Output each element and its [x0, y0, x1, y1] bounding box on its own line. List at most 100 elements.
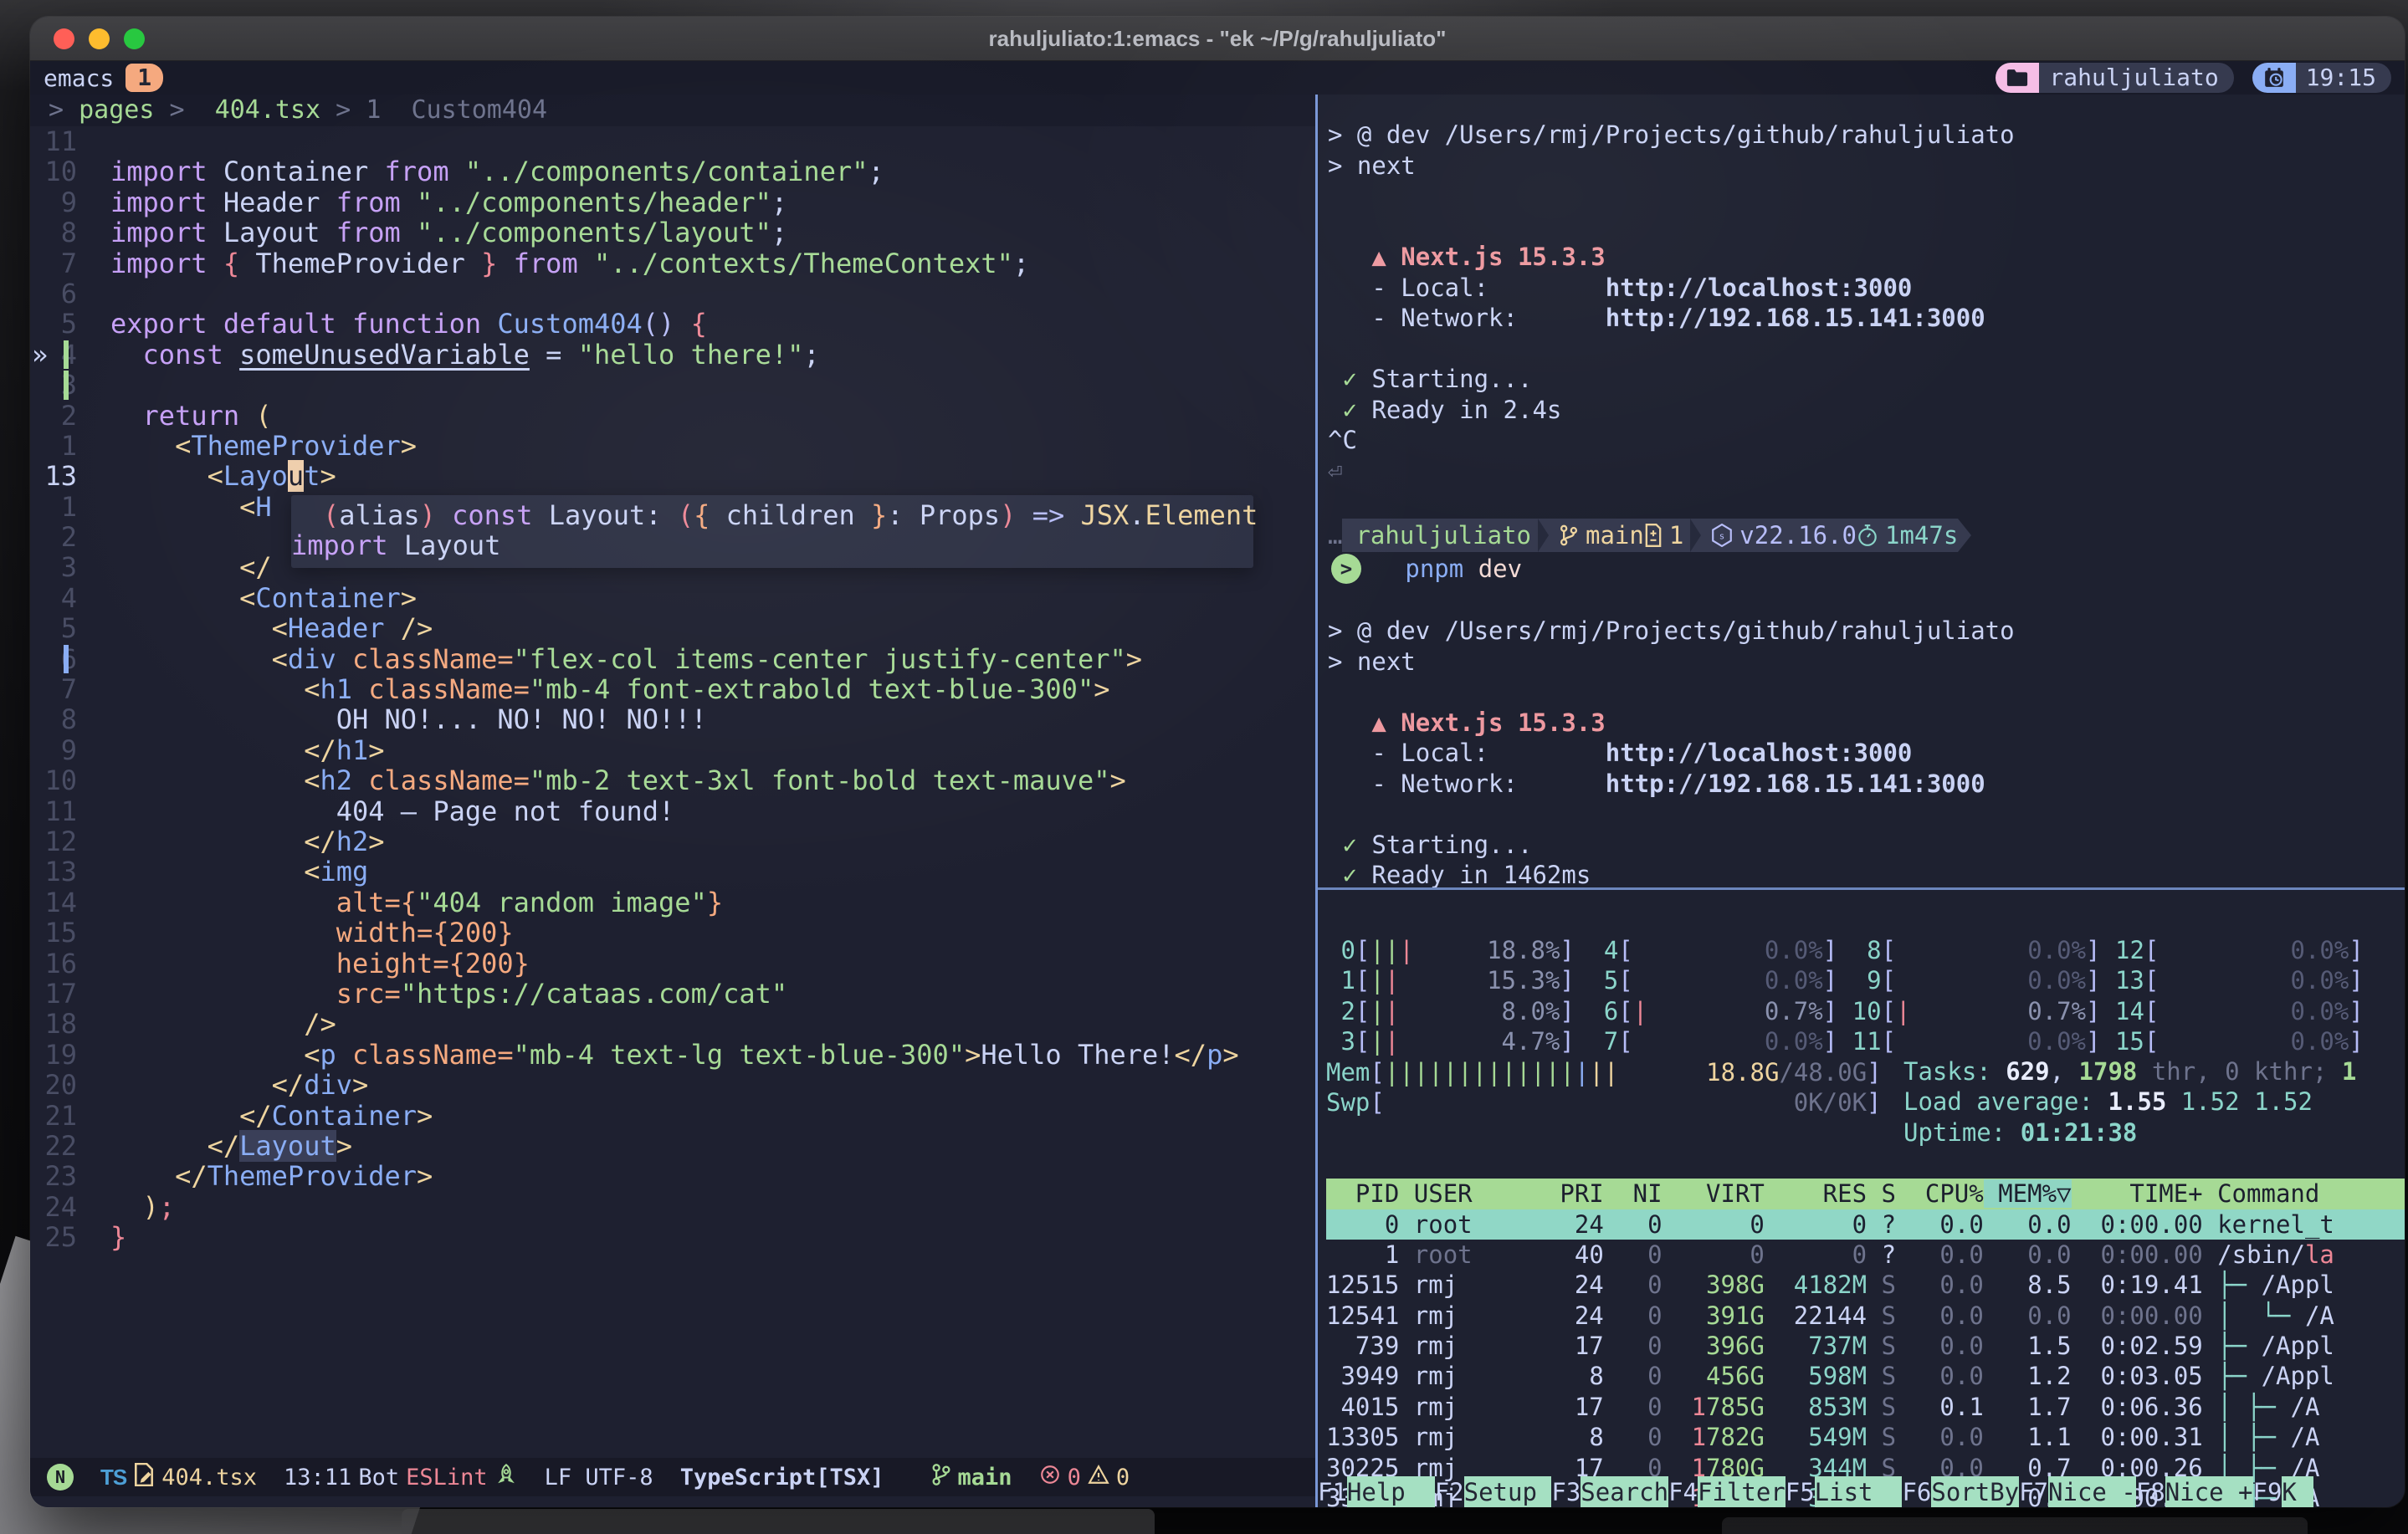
- token: [336, 643, 352, 675]
- fnkey-f1[interactable]: F1: [1318, 1476, 1347, 1507]
- column-header-user[interactable]: USER: [1399, 1179, 1545, 1208]
- code-line: 25}: [30, 1222, 1315, 1252]
- process-row[interactable]: 3949 rmj 8 0 456G 598M S 0.0 1.2 0:03.05…: [1326, 1361, 2405, 1391]
- column-header-time+[interactable]: TIME+: [2072, 1179, 2203, 1208]
- token: [110, 1191, 143, 1223]
- tmux-time-label: 19:15: [2296, 63, 2391, 93]
- fnkey-f6[interactable]: F6: [1902, 1476, 1931, 1507]
- modeline-major-mode[interactable]: TypeScript[TSX]: [680, 1465, 884, 1491]
- process-row[interactable]: 12541 rmj 24 0 391G 22144 S 0.0 0.0 0:00…: [1326, 1301, 2405, 1331]
- column-header-s[interactable]: S: [1867, 1179, 1896, 1208]
- line-number: 6: [30, 644, 77, 674]
- process-row[interactable]: 0 root 24 0 0 0 ? 0.0 0.0 0:00.00 kernel…: [1326, 1209, 2405, 1240]
- code-line: 23 </ThemeProvider>: [30, 1161, 1315, 1191]
- token: [110, 856, 304, 887]
- modeline-git-branch[interactable]: main: [958, 1465, 1012, 1491]
- token: return: [143, 400, 256, 432]
- token: |: [1560, 1058, 1574, 1087]
- fnkey-label[interactable]: Help: [1347, 1476, 1435, 1507]
- fnkey-label[interactable]: Nice -: [2048, 1476, 2136, 1507]
- fnkey-f8[interactable]: F8: [2136, 1476, 2165, 1507]
- token: [1633, 936, 1765, 964]
- token: 4.7%: [1502, 1027, 1560, 1056]
- column-header-cpu%[interactable]: CPU%: [1896, 1179, 1984, 1208]
- token: 0.0%: [1765, 936, 1823, 964]
- column-header-command[interactable]: Command: [2203, 1179, 2320, 1208]
- code-line: 13 <img: [30, 856, 1315, 887]
- token: ]: [1823, 936, 1837, 964]
- token: <: [304, 856, 320, 887]
- token: [385, 612, 401, 644]
- token: 0.0: [2027, 1240, 2071, 1269]
- fnkey-f4[interactable]: F4: [1668, 1476, 1698, 1507]
- token: [2100, 1027, 2114, 1056]
- column-header-res[interactable]: RES: [1765, 1179, 1867, 1208]
- fnkey-label[interactable]: Filter: [1698, 1476, 1786, 1507]
- token: - Network:: [1328, 304, 1606, 332]
- fnkey-label[interactable]: SortBy: [1931, 1476, 2019, 1507]
- process-row[interactable]: 739 rmj 17 0 396G 737M S 0.0 1.5 0:02.59…: [1326, 1331, 2405, 1361]
- column-header-pri[interactable]: PRI: [1545, 1179, 1604, 1208]
- token: [110, 1160, 175, 1192]
- code-editor[interactable]: 11 10import Container from "../component…: [30, 126, 1315, 1458]
- fnkey-label[interactable]: Nice +: [2165, 1476, 2253, 1507]
- token: >: [417, 1100, 433, 1132]
- token: Container: [272, 1100, 417, 1132]
- token: : Props: [887, 499, 1000, 531]
- fnkey-f2[interactable]: F2: [1435, 1476, 1464, 1507]
- line-number: 19: [30, 1040, 77, 1070]
- fnkey-f3[interactable]: F3: [1551, 1476, 1581, 1507]
- fnkey-f7[interactable]: F7: [2019, 1476, 2048, 1507]
- token: |: [1399, 1058, 1413, 1087]
- token: [2159, 997, 2290, 1025]
- code-text: />: [110, 1008, 336, 1040]
- token: 6: [1589, 997, 1618, 1025]
- fnkey-label[interactable]: List: [1815, 1476, 1903, 1507]
- process-row[interactable]: 13305 rmj 8 0 1782G 549M S 0.0 1.1 0:00.…: [1326, 1422, 2405, 1452]
- token: 8: [1589, 1362, 1603, 1390]
- token: |: [1516, 1058, 1530, 1087]
- emacs-pane[interactable]: > pages > 404.tsx > 1 Custom404 11 10imp…: [30, 95, 1315, 1507]
- process-row[interactable]: 12515 rmj 24 0 398G 4182M S 0.0 8.5 0:19…: [1326, 1270, 2405, 1300]
- code-text: return (: [110, 400, 272, 432]
- token: "hello there!": [578, 339, 804, 371]
- tmux-window-index[interactable]: 1: [126, 64, 163, 92]
- column-header-mem%▽[interactable]: MEM%▽: [1984, 1179, 2072, 1208]
- process-row[interactable]: 1 root 40 0 0 0 ? 0.0 0.0 0:00.00 /sbin/…: [1326, 1240, 2405, 1270]
- code-line: 12 </h2>: [30, 826, 1315, 856]
- fnkey-f5[interactable]: F5: [1786, 1476, 1815, 1507]
- column-header-virt[interactable]: VIRT: [1663, 1179, 1765, 1208]
- token: [1896, 1423, 1939, 1451]
- token: ?: [1867, 1210, 1896, 1239]
- column-header-pid[interactable]: PID: [1326, 1179, 1399, 1208]
- token: H: [255, 491, 271, 523]
- terminal-pane[interactable]: > @ dev /Users/rmj/Projects/github/rahul…: [1318, 95, 2405, 887]
- token: [1473, 1210, 1545, 1239]
- column-header-ni[interactable]: NI: [1604, 1179, 1663, 1208]
- fnkey-label[interactable]: Setup: [1464, 1476, 1552, 1507]
- token: |: [1370, 1027, 1384, 1056]
- process-table-header[interactable]: PID USER PRI NI VIRT RES S CPU% MEM%▽ TI…: [1326, 1179, 2405, 1209]
- token: [1604, 1210, 1647, 1239]
- modeline-linter[interactable]: ESLint: [406, 1465, 488, 1491]
- token: 0:19.41: [2101, 1271, 2203, 1299]
- fnkey-label[interactable]: K: [2282, 1476, 2296, 1507]
- token: [1647, 997, 1765, 1025]
- token: [: [1618, 966, 1632, 995]
- token: S: [1867, 1301, 1896, 1330]
- terminal-line: [1328, 486, 2405, 517]
- process-row[interactable]: 4015 rmj 17 0 1785G 853M S 0.1 1.7 0:06.…: [1326, 1392, 2405, 1422]
- token: [1473, 1240, 1545, 1269]
- token: 785G: [1706, 1393, 1765, 1421]
- htop-pane[interactable]: 0[||| 18.8%] 4[ 0.0%] 8[ 0.0%] 12[ 0.0%]…: [1318, 890, 2405, 1507]
- token: [352, 764, 368, 796]
- tmux-session-name[interactable]: emacs: [44, 64, 114, 92]
- code-line: 10import Container from "../components/c…: [30, 156, 1315, 187]
- code-text: </h1>: [110, 734, 385, 766]
- diff-indicator: [64, 645, 69, 673]
- titlebar[interactable]: rahuljuliato:1:emacs - "ek ~/P/g/rahulju…: [30, 17, 2405, 61]
- token: [: [1882, 997, 1896, 1025]
- fnkey-label[interactable]: Search: [1581, 1476, 1668, 1507]
- token: ✓: [1328, 396, 1371, 424]
- fnkey-f9[interactable]: F9: [2253, 1476, 2282, 1507]
